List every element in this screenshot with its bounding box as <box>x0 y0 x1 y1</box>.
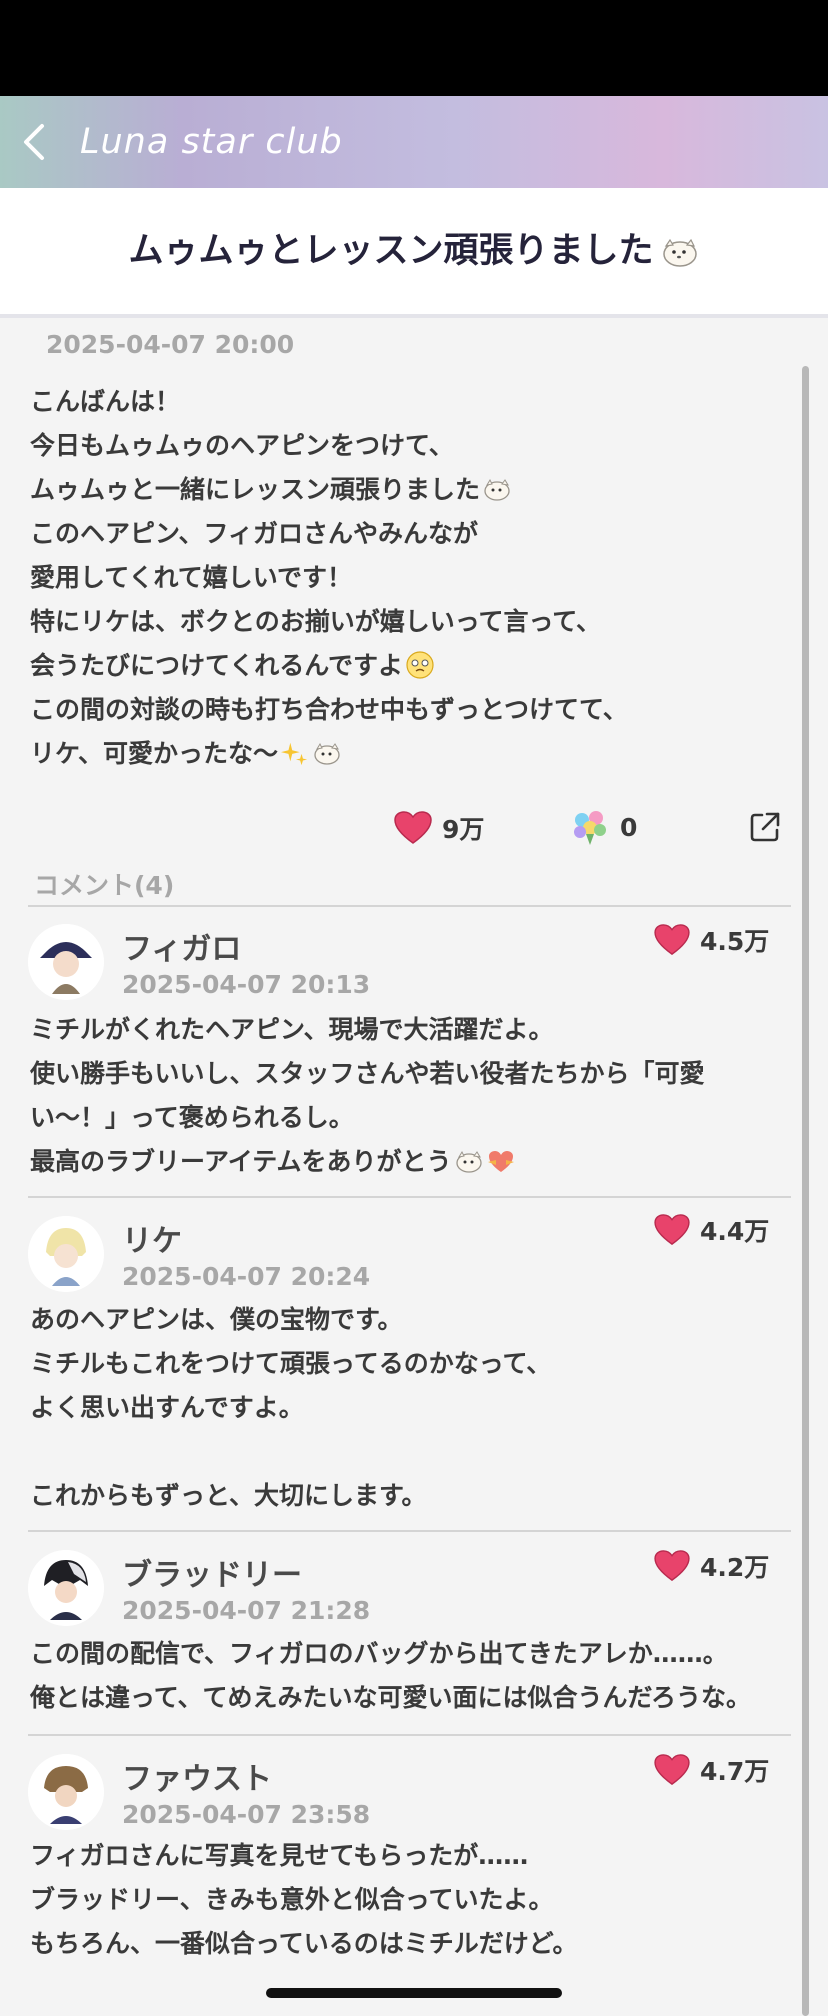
like-button[interactable]: 9万 <box>394 810 484 846</box>
post-line: この間の対談の時も打ち合わせ中もずっとつけてて、 <box>30 695 628 724</box>
heart-icon <box>654 924 690 955</box>
heart-ribbon-emoji-icon <box>487 1151 514 1172</box>
post-line: こんばんは！ <box>30 387 181 416</box>
post-title-bar: ムゥムゥとレッスン頑張りました <box>0 188 828 318</box>
comment-body: ミチルがくれたヘアピン、現場で大活躍だよ。 使い勝手もいいし、スタッフさんや若い… <box>30 1008 790 1184</box>
comment-line: ブラッドリー、きみも意外と似合っていたよ。 <box>30 1885 554 1914</box>
comment-line: ミチルがくれたヘアピン、現場で大活躍だよ。 <box>30 1015 554 1044</box>
comment-like-button[interactable]: 4.7万 <box>654 1752 769 1788</box>
comment-like-count: 4.7万 <box>700 1757 770 1786</box>
comment-line: 俺とは違って、てめえみたいな可愛い面には似合うんだろうな。 <box>30 1683 752 1712</box>
comment-like-count: 4.5万 <box>700 927 770 956</box>
divider <box>28 905 791 907</box>
post-line: このヘアピン、フィガロさんやみんなが <box>30 519 479 548</box>
comment-line: フィガロさんに写真を見せてもらったが…… <box>30 1841 529 1870</box>
flower-bouquet-icon <box>574 811 606 845</box>
like-count: 9万 <box>442 815 485 844</box>
comments-header: コメント(4) <box>34 871 175 900</box>
share-icon <box>750 812 780 842</box>
heart-icon <box>654 1550 690 1581</box>
post-line: 会うたびにつけてくれるんですよ <box>30 644 790 688</box>
comment-date: 2025-04-07 20:13 <box>122 970 371 999</box>
avatar-rike-icon <box>28 1216 104 1292</box>
avatar-faust-icon <box>28 1754 104 1830</box>
comment-line: 使い勝手もいいし、スタッフさんや若い役者たちから「可愛 <box>30 1059 705 1088</box>
sparkles-emoji-icon <box>281 742 308 766</box>
avatar-bradley-icon <box>28 1550 104 1626</box>
chevron-left-icon <box>24 124 44 160</box>
puppy-emoji-icon <box>455 1150 482 1173</box>
post-line: 特にリケは、ボクとのお揃いが嬉しいって言って、 <box>30 607 602 636</box>
comment-author[interactable]: ブラッドリー <box>122 1550 302 1594</box>
post-title: ムゥムゥとレッスン頑張りました <box>0 188 828 314</box>
comment-like-count: 4.2万 <box>700 1553 770 1582</box>
avatar[interactable] <box>28 1550 104 1626</box>
comment-author[interactable]: ファウスト <box>122 1754 272 1798</box>
post-body: こんばんは！ 今日もムゥムゥのヘアピンをつけて、 ムゥムゥと一緒にレッスン頑張り… <box>30 380 790 776</box>
comment-body: あのヘアピンは、僕の宝物です。 ミチルもこれをつけて頑張ってるのかなって、 よく… <box>30 1298 790 1518</box>
divider <box>28 1734 791 1736</box>
comment-date: 2025-04-07 23:58 <box>122 1800 371 1829</box>
teary-face-emoji-icon <box>406 651 434 679</box>
app-title: Luna star club <box>80 122 343 162</box>
divider <box>28 1196 791 1198</box>
home-indicator[interactable] <box>266 1988 562 1998</box>
avatar-figaro-icon <box>28 924 104 1000</box>
post-line: 愛用してくれて嬉しいです！ <box>30 563 353 592</box>
comment-line: もちろん、一番似合っているのはミチルだけど。 <box>30 1929 578 1958</box>
comment-date: 2025-04-07 20:24 <box>122 1262 371 1291</box>
comment-like-button[interactable]: 4.4万 <box>654 1212 769 1248</box>
comment-line: あのヘアピンは、僕の宝物です。 <box>30 1305 403 1334</box>
post-line: ムゥムゥと一緒にレッスン頑張りました <box>30 468 790 512</box>
comment-line: 最高のラブリーアイテムをありがとう <box>30 1140 790 1184</box>
share-button[interactable] <box>748 810 782 844</box>
puppy-emoji-icon <box>484 478 510 501</box>
status-bar <box>0 0 828 96</box>
comment-author[interactable]: フィガロ <box>122 924 241 968</box>
heart-icon <box>654 1214 690 1245</box>
post-line: リケ、可愛かったな〜 <box>30 732 790 776</box>
comment-body: フィガロさんに写真を見せてもらったが…… ブラッドリー、きみも意外と似合っていた… <box>30 1834 790 1966</box>
comment-author[interactable]: リケ <box>122 1216 182 1260</box>
comment-line: よく思い出すんですよ。 <box>30 1393 304 1422</box>
bouquet-count: 0 <box>620 812 638 842</box>
back-button[interactable] <box>12 118 60 166</box>
avatar[interactable] <box>28 924 104 1000</box>
comment-line: ミチルもこれをつけて頑張ってるのかなって、 <box>30 1349 552 1378</box>
comment-line: い〜！」って褒められるし。 <box>30 1103 354 1132</box>
bouquet-button[interactable]: 0 <box>570 808 637 846</box>
scrollbar[interactable] <box>802 366 809 2016</box>
comment-date: 2025-04-07 21:28 <box>122 1596 371 1625</box>
comment-like-count: 4.4万 <box>700 1217 770 1246</box>
comment-line: これからもずっと、大切にします。 <box>30 1481 427 1510</box>
comment-body: この間の配信で、フィガロのバッグから出てきたアレか……。 俺とは違って、てめえみ… <box>30 1632 790 1720</box>
divider <box>28 1530 791 1532</box>
comment-line: この間の配信で、フィガロのバッグから出てきたアレか……。 <box>30 1639 728 1668</box>
post-date: 2025-04-07 20:00 <box>46 330 295 359</box>
comment-like-button[interactable]: 4.5万 <box>654 922 769 958</box>
post-line: 今日もムゥムゥのヘアピンをつけて、 <box>30 431 454 460</box>
comment-line <box>30 1430 790 1474</box>
avatar[interactable] <box>28 1754 104 1830</box>
puppy-emoji-icon <box>314 742 340 765</box>
heart-icon <box>394 811 432 844</box>
puppy-emoji-icon <box>662 238 697 267</box>
avatar[interactable] <box>28 1216 104 1292</box>
app-header: Luna star club <box>0 96 828 188</box>
heart-icon <box>654 1754 690 1785</box>
comment-like-button[interactable]: 4.2万 <box>654 1548 769 1584</box>
